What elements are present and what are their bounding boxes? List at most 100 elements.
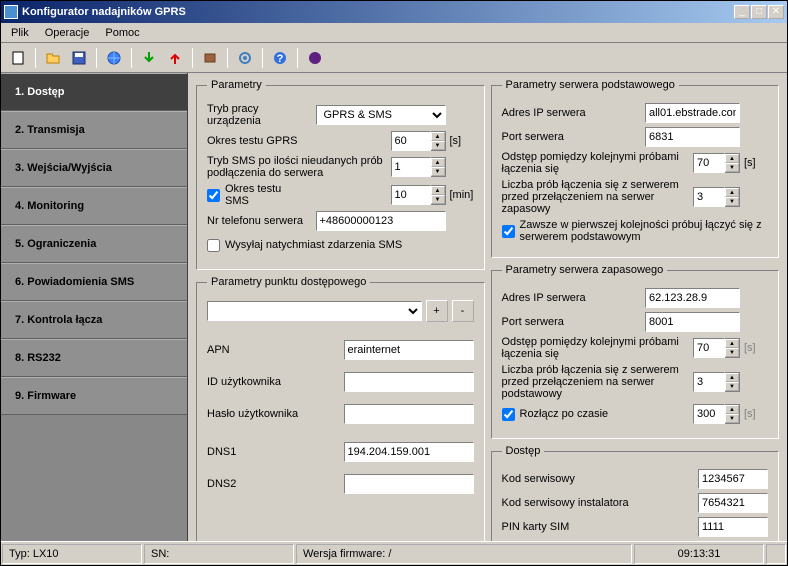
sidebar-item-1[interactable]: 2. Transmisja (1, 111, 187, 149)
status-fw: Wersja firmware: / (296, 544, 632, 564)
sidebar: 1. Dostęp2. Transmisja3. Wejścia/Wyjścia… (1, 73, 188, 541)
select-apn-preset[interactable] (207, 301, 422, 321)
new-icon[interactable] (7, 47, 29, 69)
upload-icon[interactable] (164, 47, 186, 69)
check-srv1-prefer[interactable] (502, 225, 515, 238)
input-svc[interactable] (698, 469, 768, 489)
sidebar-item-6[interactable]: 7. Kontrola łącza (1, 301, 187, 339)
input-pin[interactable] (698, 517, 768, 537)
label-srv1-retry-cnt: Liczba prób łączenia się z serwerem prze… (502, 179, 694, 215)
label-phone: Nr telefonu serwera (207, 215, 316, 227)
group-parametry: Parametry Tryb pracy urządzeniaGPRS & SM… (196, 79, 485, 270)
input-dns1[interactable] (344, 442, 474, 462)
close-button[interactable]: ✕ (768, 5, 784, 19)
toolbar: ? (1, 43, 787, 73)
check-send-now[interactable] (207, 239, 220, 252)
sidebar-item-0[interactable]: 1. Dostęp (1, 73, 187, 111)
spinner-sms-mode[interactable]: ▲▼ (431, 157, 446, 177)
label-pass: Hasło użytkownika (207, 408, 344, 420)
input-srv1-port[interactable] (645, 127, 740, 147)
select-mode[interactable]: GPRS & SMS (316, 105, 446, 125)
label-srv1-prefer: Zawsze w pierwszej kolejności próbuj łąc… (520, 219, 769, 243)
legend-srv1: Parametry serwera podstawowego (502, 79, 679, 91)
input-gprs-test[interactable] (391, 131, 431, 151)
input-srv1-retry-cnt[interactable] (693, 187, 725, 207)
button-apn-add[interactable]: + (426, 300, 448, 322)
input-inst[interactable] (698, 493, 768, 513)
menu-operations[interactable]: Operacje (45, 27, 90, 39)
sidebar-item-7[interactable]: 8. RS232 (1, 339, 187, 377)
spinner-srv1-retry-cnt[interactable]: ▲▼ (725, 187, 740, 207)
legend-srv2: Parametry serwera zapasowego (502, 264, 668, 276)
input-srv2-retry-cnt[interactable] (693, 372, 725, 392)
label-sms-mode: Tryb SMS po ilości nieudanych prób podłą… (207, 155, 391, 179)
group-access: Dostęp Kod serwisowy Kod serwisowy insta… (491, 445, 780, 541)
input-phone[interactable] (316, 211, 446, 231)
label-dns2: DNS2 (207, 478, 344, 490)
check-srv2-disc[interactable] (502, 408, 515, 421)
device-icon[interactable] (199, 47, 221, 69)
maximize-button[interactable]: □ (751, 5, 767, 19)
unit-srv1-int: [s] (740, 157, 768, 169)
input-user[interactable] (344, 372, 474, 392)
label-mode: Tryb pracy urządzenia (207, 103, 316, 127)
open-icon[interactable] (42, 47, 64, 69)
title-bar: Konfigurator nadajników GPRS _ □ ✕ (1, 1, 787, 23)
legend-apn: Parametry punktu dostępowego (207, 276, 370, 288)
status-type: Typ: LX10 (2, 544, 142, 564)
input-srv2-retry-int[interactable] (693, 338, 725, 358)
label-srv1-retry-int: Odstęp pomiędzy kolejnymi próbami łączen… (502, 151, 694, 175)
spinner-srv2-disc[interactable]: ▲▼ (725, 404, 740, 424)
spinner-srv1-retry-int[interactable]: ▲▼ (725, 153, 740, 173)
label-user: ID użytkownika (207, 376, 344, 388)
status-time: 09:13:31 (634, 544, 764, 564)
status-bar: Typ: LX10 SN: Wersja firmware: / 09:13:3… (1, 541, 787, 565)
app-icon (4, 5, 18, 19)
menu-file[interactable]: Plik (11, 27, 29, 39)
check-sms-test[interactable] (207, 189, 220, 202)
label-srv1-port: Port serwera (502, 131, 646, 143)
spinner-sms-test[interactable]: ▲▼ (431, 185, 446, 205)
input-srv1-retry-int[interactable] (693, 153, 725, 173)
label-srv2-port: Port serwera (502, 316, 646, 328)
sidebar-item-2[interactable]: 3. Wejścia/Wyjścia (1, 149, 187, 187)
input-dns2[interactable] (344, 474, 474, 494)
sidebar-item-3[interactable]: 4. Monitoring (1, 187, 187, 225)
input-pass[interactable] (344, 404, 474, 424)
input-srv2-port[interactable] (645, 312, 740, 332)
svg-text:?: ? (277, 53, 284, 65)
label-dns1: DNS1 (207, 446, 344, 458)
label-svc: Kod serwisowy (502, 473, 699, 485)
input-sms-test[interactable] (391, 185, 431, 205)
sidebar-item-4[interactable]: 5. Ograniczenia (1, 225, 187, 263)
sidebar-item-5[interactable]: 6. Powiadomienia SMS (1, 263, 187, 301)
unit-gprs: [s] (446, 135, 474, 147)
input-srv1-ip[interactable] (645, 103, 740, 123)
spinner-srv2-retry-int[interactable]: ▲▼ (725, 338, 740, 358)
save-icon[interactable] (68, 47, 90, 69)
input-srv2-disc[interactable] (693, 404, 725, 424)
group-apn: Parametry punktu dostępowego +- APN ID u… (196, 276, 485, 541)
spinner-srv2-retry-cnt[interactable]: ▲▼ (725, 372, 740, 392)
gear-icon[interactable] (234, 47, 256, 69)
download-icon[interactable] (138, 47, 160, 69)
globe-icon[interactable] (103, 47, 125, 69)
input-srv2-ip[interactable] (645, 288, 740, 308)
spinner-gprs-test[interactable]: ▲▼ (431, 131, 446, 151)
label-apn: APN (207, 344, 344, 356)
label-srv2-retry-int: Odstęp pomiędzy kolejnymi próbami łączen… (502, 336, 694, 360)
minimize-button[interactable]: _ (734, 5, 750, 19)
label-srv2-disc: Rozłącz po czasie (520, 408, 694, 420)
label-srv2-ip: Adres IP serwera (502, 292, 646, 304)
unit-sms: [min] (446, 189, 474, 201)
input-sms-mode[interactable] (391, 157, 431, 177)
group-server-backup: Parametry serwera zapasowego Adres IP se… (491, 264, 780, 439)
label-pin: PIN karty SIM (502, 521, 699, 533)
input-apn[interactable] (344, 340, 474, 360)
help-icon[interactable]: ? (269, 47, 291, 69)
button-apn-remove[interactable]: - (452, 300, 474, 322)
sphere-icon[interactable] (304, 47, 326, 69)
menu-help[interactable]: Pomoc (105, 27, 139, 39)
sidebar-item-8[interactable]: 9. Firmware (1, 377, 187, 415)
unit-srv2-int: [s] (740, 342, 768, 354)
